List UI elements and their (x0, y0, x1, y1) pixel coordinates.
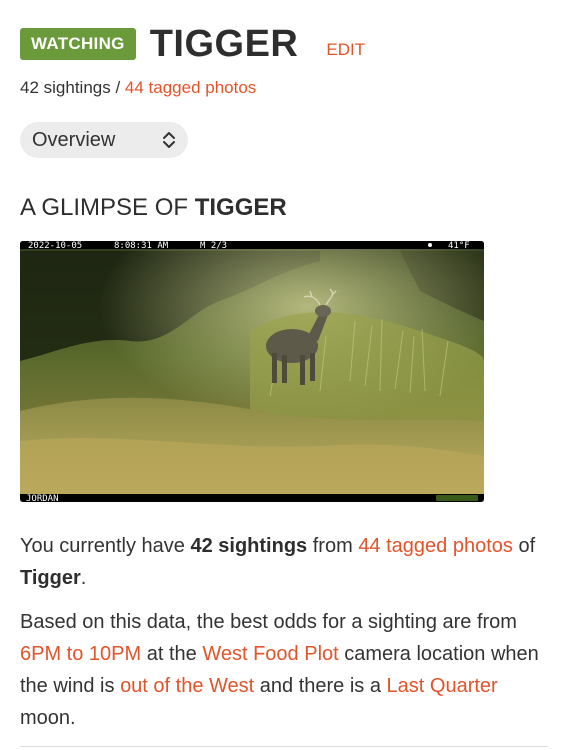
glimpse-heading: A GLIMPSE OF TIGGER (20, 194, 287, 222)
best-time-link[interactable]: 6PM to 10PM (20, 643, 141, 665)
summary-text: at the (141, 643, 203, 665)
page-title: TIGGER (149, 22, 299, 65)
photo-temperature: 41°F (448, 241, 470, 251)
glimpse-heading-name: TIGGER (194, 194, 287, 221)
camera-brand-logo (436, 495, 478, 501)
best-wind-link[interactable]: out of the West (120, 675, 254, 697)
best-location-link[interactable]: West Food Plot (202, 643, 338, 665)
summary-text: from (307, 535, 359, 557)
glimpse-heading-prefix: A GLIMPSE OF (20, 194, 195, 221)
summary-paragraph-2: Based on this data, the best odds for a … (20, 606, 540, 734)
summary-sightings-count: 42 sightings (190, 535, 308, 557)
summary-text: You currently have (20, 535, 191, 557)
summary-tagged-photos-link[interactable]: 44 tagged photos (358, 535, 513, 557)
photo-moon: M 2/3 (200, 241, 227, 251)
best-moon-link[interactable]: Last Quarter (387, 675, 498, 697)
trail-camera-photo[interactable]: 2022-10-05 8:08:31 AM M 2/3 41°F JORDAN (20, 241, 484, 502)
moon-phase-icon (428, 243, 432, 247)
summary-text: moon. (20, 707, 76, 729)
summary-text: and there is a (254, 675, 387, 697)
stats-separator: / (110, 78, 125, 97)
trail-camera-image: 2022-10-05 8:08:31 AM M 2/3 41°F JORDAN (20, 241, 484, 502)
summary-text: . (80, 567, 87, 589)
view-select-value: Overview (32, 128, 116, 151)
summary-text: of (512, 535, 536, 557)
view-select[interactable]: Overview (20, 122, 188, 158)
summary-deer-name: Tigger (20, 567, 81, 589)
tagged-photos-link[interactable]: 44 tagged photos (125, 78, 256, 97)
sightings-count: 42 sightings (20, 78, 111, 97)
photo-time: 8:08:31 AM (114, 241, 169, 251)
edit-link[interactable]: EDIT (326, 40, 365, 60)
summary-text: Based on this data, the best odds for a … (20, 611, 517, 633)
profile-header: WATCHING TIGGER EDIT (20, 22, 365, 66)
photo-date: 2022-10-05 (28, 241, 82, 251)
chevron-updown-icon (163, 132, 175, 148)
watching-badge[interactable]: WATCHING (20, 28, 136, 60)
sightings-stats: 42 sightings / 44 tagged photos (20, 78, 256, 98)
summary-paragraph-1: You currently have 42 sightings from 44 … (20, 530, 540, 594)
photo-camera-name: JORDAN (26, 494, 59, 502)
divider (20, 746, 548, 747)
